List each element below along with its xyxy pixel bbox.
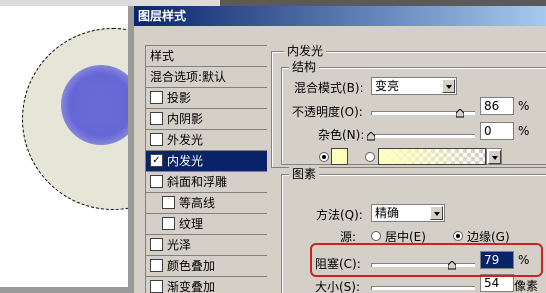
size-slider-track[interactable]: [371, 286, 475, 290]
noise-percent: %: [518, 124, 530, 138]
checkbox[interactable]: [162, 196, 175, 209]
blend-mode-label: 混合模式(B):: [294, 81, 364, 95]
sidebar-item-label: 混合选项:默认: [150, 70, 227, 84]
sidebar-item[interactable]: 光泽: [146, 235, 267, 256]
layer-style-dialog: 图层样式 样式 混合选项:默认投影内阴影外发光 ✓ 内发光斜面和浮雕等高线纹理光泽颜…: [134, 6, 546, 293]
sidebar-item[interactable]: 混合选项:默认: [146, 67, 267, 88]
layer-blue-circle: [61, 65, 134, 145]
sidebar-item-label: 内发光: [167, 154, 204, 168]
canvas-area: [0, 6, 134, 293]
checkbox[interactable]: [150, 112, 163, 125]
structure-title: 结构: [289, 58, 320, 75]
gradient-radio[interactable]: [365, 152, 375, 162]
checkbox[interactable]: [150, 133, 163, 146]
size-label: 大小(S):: [315, 280, 361, 293]
dialog-title[interactable]: 图层样式: [134, 6, 546, 26]
solid-color-radio[interactable]: [319, 152, 329, 162]
source-center-radio[interactable]: [371, 231, 381, 241]
sidebar-item[interactable]: 等高线: [146, 193, 267, 214]
sidebar-item-label: 内阴影: [167, 112, 204, 126]
sidebar-item-label: 纹理: [179, 217, 204, 231]
glow-gradient-swatch[interactable]: [378, 148, 486, 165]
checkbox[interactable]: [150, 238, 163, 251]
sidebar-item-label: 渐变叠加: [167, 280, 216, 293]
chevron-down-icon: [488, 150, 501, 164]
checkbox-checked[interactable]: ✓: [150, 154, 163, 167]
checkbox[interactable]: [150, 175, 163, 188]
technique-label: 方法(Q):: [316, 208, 363, 222]
chevron-down-icon: [430, 206, 443, 220]
opacity-input[interactable]: 86: [480, 97, 514, 115]
sidebar-item-label: 斜面和浮雕: [167, 175, 228, 189]
noise-slider-track[interactable]: [371, 134, 475, 138]
opacity-label: 不透明度(O):: [292, 105, 363, 119]
sidebar-item[interactable]: 渐变叠加: [146, 277, 267, 293]
sidebar-item[interactable]: 纹理: [146, 214, 267, 235]
elements-title: 图素: [289, 165, 320, 182]
sidebar-item[interactable]: 颜色叠加: [146, 256, 267, 277]
sidebar-item-label: 颜色叠加: [167, 259, 216, 273]
sidebar-item-label: 投影: [167, 91, 192, 105]
blend-mode-select[interactable]: 变亮: [371, 77, 457, 95]
checkbox[interactable]: [150, 259, 163, 272]
checkbox[interactable]: [162, 217, 175, 230]
source-edge-radio[interactable]: [453, 231, 463, 241]
noise-slider-thumb[interactable]: [367, 132, 375, 141]
checkbox[interactable]: [150, 280, 163, 293]
sidebar-item[interactable]: 外发光: [146, 130, 267, 151]
chevron-down-icon: [442, 79, 455, 93]
sidebar-header[interactable]: 样式: [146, 46, 267, 67]
opacity-slider-thumb[interactable]: [455, 109, 464, 118]
sidebar-item[interactable]: 斜面和浮雕: [146, 172, 267, 193]
choke-highlight-box: [310, 243, 543, 277]
sidebar-item[interactable]: 内阴影: [146, 109, 267, 130]
sidebar-item-label: 外发光: [167, 133, 204, 147]
gradient-dropdown[interactable]: [486, 148, 502, 165]
glow-color-swatch[interactable]: [331, 148, 348, 165]
technique-value: 精确: [375, 206, 400, 220]
inner-glow-title: 内发光: [284, 42, 327, 59]
sidebar-item-label: 光泽: [167, 238, 192, 252]
sidebar-item-label: 等高线: [179, 196, 216, 210]
size-unit: 像素: [514, 279, 539, 293]
opacity-percent: %: [518, 99, 530, 113]
styles-sidebar: 样式 混合选项:默认投影内阴影外发光 ✓ 内发光斜面和浮雕等高线纹理光泽颜色叠加渐变…: [145, 45, 267, 293]
noise-label: 杂色(N):: [318, 128, 365, 142]
checkbox[interactable]: [150, 91, 163, 104]
sidebar-item[interactable]: ✓ 内发光: [146, 151, 267, 172]
technique-select[interactable]: 精确: [371, 204, 445, 222]
sidebar-item[interactable]: 投影: [146, 88, 267, 109]
noise-input[interactable]: 0: [480, 122, 514, 140]
blend-mode-value: 变亮: [375, 79, 400, 93]
layer-circle-selection: [22, 28, 134, 210]
